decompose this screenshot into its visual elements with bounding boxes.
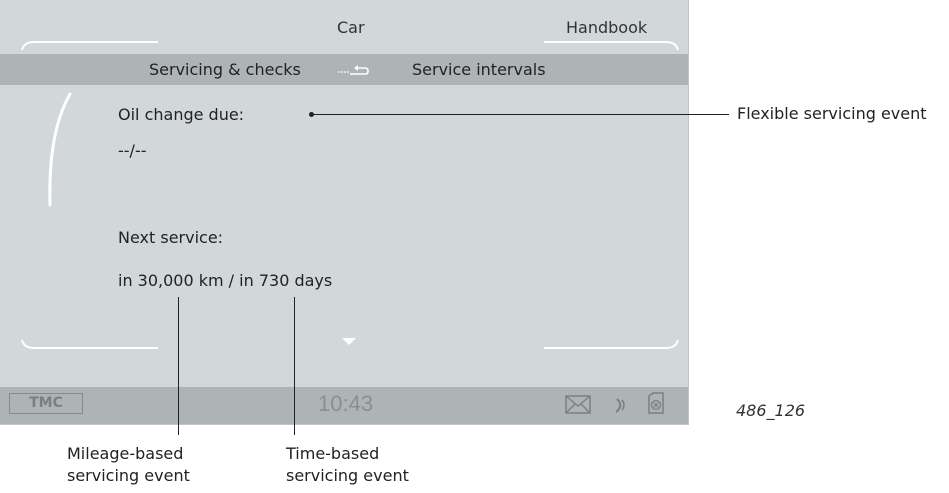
page-title-service-intervals: Service intervals	[412, 60, 546, 79]
scroll-indicator	[48, 92, 72, 207]
menu-car[interactable]: Car	[337, 18, 365, 37]
callout-time-line1: Time-based	[286, 444, 380, 463]
return-arrow-icon[interactable]	[336, 63, 370, 77]
callout-line-time	[294, 297, 295, 435]
bottom-right-softkey-frame	[544, 339, 679, 349]
sim-card-icon	[648, 392, 664, 414]
breadcrumb-servicing-checks[interactable]: Servicing & checks	[149, 60, 301, 79]
callout-dot-flexible	[309, 112, 314, 117]
next-service-value: in 30,000 km / in 730 days	[118, 271, 333, 290]
callout-line-mileage	[178, 297, 179, 435]
clock: 10:43	[318, 391, 374, 416]
top-menu: Car Handbook	[0, 0, 688, 51]
down-arrow-icon[interactable]	[342, 338, 356, 346]
submenu-bar: Servicing & checks Service intervals	[0, 54, 688, 85]
envelope-icon	[565, 395, 591, 414]
phone-signal-icon	[615, 398, 625, 413]
top-right-softkey-frame	[544, 41, 679, 51]
infotainment-screen: Car Handbook Servicing & checks Service …	[0, 0, 689, 425]
callout-mileage-based: Mileage-based servicing event	[67, 443, 190, 487]
status-bar: TMC 10:43	[0, 387, 688, 424]
callout-mileage-line2: servicing event	[67, 466, 190, 485]
callout-time-line2: servicing event	[286, 466, 409, 485]
callout-mileage-line1: Mileage-based	[67, 444, 184, 463]
oil-change-value: --/--	[118, 141, 147, 160]
figure-number: 486_126	[736, 401, 806, 420]
menu-handbook[interactable]: Handbook	[566, 18, 647, 37]
callout-flexible-servicing: Flexible servicing event	[737, 104, 927, 123]
oil-change-label: Oil change due:	[118, 105, 245, 124]
top-left-softkey-frame	[21, 41, 158, 51]
callout-time-based: Time-based servicing event	[286, 443, 409, 487]
bottom-left-softkey-frame	[21, 339, 158, 349]
next-service-label: Next service:	[118, 228, 224, 247]
callout-line-flexible	[311, 114, 729, 115]
tmc-indicator: TMC	[9, 393, 83, 414]
